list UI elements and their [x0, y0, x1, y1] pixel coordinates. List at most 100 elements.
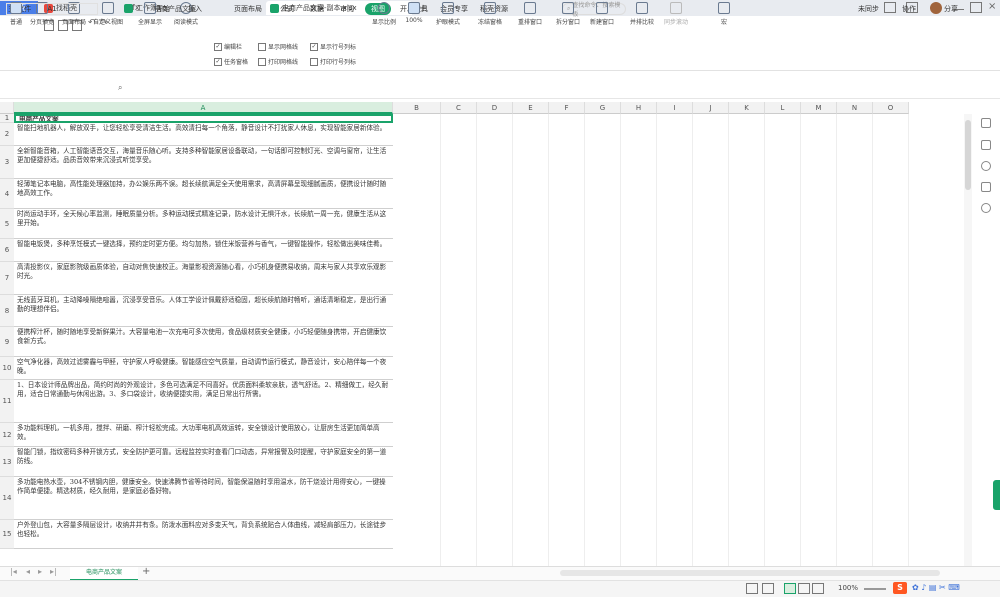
table-cell[interactable]: 多功能电热水壶，304不锈钢内胆，健康安全。快速沸腾节省等待时间，智能保温随时享… [14, 477, 393, 520]
horizontal-scrollbar[interactable] [560, 570, 940, 576]
column-header-a[interactable]: A [14, 102, 393, 114]
properties-icon[interactable] [981, 140, 991, 150]
checkbox-formula-bar[interactable]: ✓ 编辑栏 [214, 42, 242, 51]
column-header-m[interactable]: M [801, 102, 837, 114]
zoom-button[interactable]: 显示比例 [368, 2, 400, 26]
history-icon[interactable] [981, 161, 991, 171]
page-layout-status-icon[interactable] [798, 583, 810, 594]
column-header-h[interactable]: H [621, 102, 657, 114]
zoom-search-icon[interactable]: ⌕ [118, 83, 122, 93]
checkbox-print-gridlines[interactable]: 打印网格线 [258, 57, 298, 66]
row-header[interactable]: 7 [0, 262, 14, 295]
table-cell[interactable]: 户外登山包，大容量多隔层设计，收纳井井有条。防泼水面料应对多变天气，背负系统贴合… [14, 520, 393, 549]
table-cell[interactable]: 全新智能音箱，人工智能语音交互，海量音乐随心听。支持多种智能家居设备联动，一句话… [14, 146, 393, 179]
arrange-windows-button[interactable]: 重排窗口 [514, 2, 546, 26]
column-header-c[interactable]: C [441, 102, 477, 114]
column-header-n[interactable]: N [837, 102, 873, 114]
column-header-j[interactable]: J [693, 102, 729, 114]
column-header-e[interactable]: E [513, 102, 549, 114]
table-cell[interactable]: 轻薄笔记本电脑，高性能处理器加持，办公娱乐两不误。超长续航满足全天使用需求，高清… [14, 179, 393, 209]
column-header-d[interactable]: D [477, 102, 513, 114]
row-header[interactable]: 3 [0, 146, 14, 179]
page-break-status-icon[interactable] [812, 583, 824, 594]
checkbox-gridlines[interactable]: 显示网格线 [258, 42, 298, 51]
row-header[interactable]: 11 [0, 380, 14, 423]
freeze-panes-button[interactable]: 冻结窗格 [474, 2, 506, 26]
vertical-scroll-thumb[interactable] [965, 120, 971, 190]
eye-protection-button[interactable]: 护眼模式 [432, 2, 464, 26]
zoom-level[interactable]: 100% [838, 584, 858, 592]
zoom-slider[interactable] [864, 588, 886, 590]
row-header[interactable]: 9 [0, 327, 14, 357]
next-sheet-icon[interactable]: ▸ [38, 567, 42, 576]
row-header[interactable]: 12 [0, 423, 14, 447]
table-cell[interactable]: 多功能料理机，一机多用，搅拌、研磨、榨汁轻松完成。大功率电机高效运转，安全锁设计… [14, 423, 393, 447]
column-header-l[interactable]: L [765, 102, 801, 114]
close-icon[interactable]: × [988, 1, 996, 12]
checkbox-headings[interactable]: ✓ 显示行号列标 [310, 42, 356, 51]
macro-button[interactable]: 宏 [708, 2, 740, 26]
help-icon[interactable] [981, 203, 991, 213]
maximize-icon[interactable] [970, 2, 982, 13]
column-header-i[interactable]: I [657, 102, 693, 114]
table-cell[interactable]: 智能扫地机器人，解放双手，让您轻松享受清洁生活。高效清扫每一个角落，静音设计不打… [14, 123, 393, 146]
ime-icon[interactable]: S [893, 582, 907, 594]
menu-formulas[interactable]: 公式 [280, 4, 294, 14]
new-window-button[interactable]: 新建窗口 [586, 2, 618, 26]
row-header[interactable]: 5 [0, 209, 14, 239]
grid-settings-icon[interactable] [762, 583, 774, 594]
backup-icon[interactable] [981, 182, 991, 192]
table-cell[interactable]: 无线蓝牙耳机，主动降噪隔绝喧嚣，沉浸享受音乐。人体工学设计佩戴舒适稳固，超长续航… [14, 295, 393, 327]
select-tool-icon[interactable] [981, 118, 991, 128]
collaborate-button[interactable]: 协作 [902, 4, 916, 14]
table-cell[interactable]: 空气净化器，高效过滤雾霾与甲醛，守护家人呼吸健康。智能感应空气质量，自动调节运行… [14, 357, 393, 380]
checkbox-print-headings[interactable]: 打印行号列标 [310, 57, 356, 66]
row-header[interactable]: 4 [0, 179, 14, 209]
sync-status[interactable]: 未同步 [858, 4, 879, 14]
column-header-g[interactable]: G [585, 102, 621, 114]
row-header[interactable]: 1 [0, 114, 14, 123]
column-header-k[interactable]: K [729, 102, 765, 114]
column-header-f[interactable]: F [549, 102, 585, 114]
row-header[interactable]: 14 [0, 477, 14, 520]
window-layout-icon[interactable] [884, 2, 896, 13]
last-sheet-icon[interactable]: ▸| [50, 567, 57, 576]
normal-view-status-icon[interactable] [784, 583, 796, 594]
menu-review[interactable]: 审阅 [340, 4, 354, 14]
row-header[interactable]: 8 [0, 295, 14, 327]
table-cell[interactable]: 时尚运动手环，全天候心率监测，睡眠质量分析。多种运动模式精准记录，防水设计无惧汗… [14, 209, 393, 239]
column-header-b[interactable]: B [393, 102, 441, 114]
eye-icon[interactable] [746, 583, 758, 594]
cell-a1-header[interactable]: 电商产品文案 [14, 114, 393, 123]
fx-icon[interactable]: fx [132, 3, 140, 12]
row-header[interactable]: 2 [0, 123, 14, 146]
column-header-o[interactable]: O [873, 102, 909, 114]
table-cell[interactable]: 高清投影仪，家庭影院级画质体验，自动对焦快速校正。海量影视资源随心看，小巧机身便… [14, 262, 393, 295]
row-header[interactable]: 10 [0, 357, 14, 380]
table-cell[interactable]: 1、日本设计师品牌出品，简约时尚的外观设计，多色可选满足不同喜好。优质面料柔软亲… [14, 380, 393, 423]
formula-input[interactable]: 电商产品文案 [154, 4, 196, 14]
split-window-button[interactable]: 拆分窗口 [552, 2, 584, 26]
add-sheet-icon[interactable]: + [142, 566, 150, 577]
table-cell[interactable]: 智能门锁，指纹密码多种开锁方式，安全防护更可靠。远程监控实时查看门口动态，异常报… [14, 447, 393, 477]
select-all-corner[interactable] [0, 102, 14, 114]
name-box[interactable]: A1 [6, 3, 98, 15]
side-by-side-button[interactable]: 并排比较 [626, 2, 658, 26]
sync-scroll-button[interactable]: 同步滚动 [660, 2, 692, 26]
prev-sheet-icon[interactable]: ◂ [26, 567, 30, 576]
share-button[interactable]: 分享 [944, 4, 958, 14]
side-panel-handle[interactable] [993, 480, 1000, 510]
table-cell[interactable]: 便携榨汁杯，随时随地享受新鲜果汁。大容量电池一次充电可多次使用，食品级材质安全健… [14, 327, 393, 357]
row-header[interactable]: 15 [0, 520, 14, 549]
row-header[interactable]: 6 [0, 239, 14, 262]
avatar[interactable] [930, 2, 942, 14]
zoom-100-button[interactable]: 100% [398, 2, 430, 24]
menu-page-layout[interactable]: 页面布局 [234, 4, 262, 14]
table-cell[interactable]: 智能电饭煲，多种烹饪模式一键选择，预约定时更方便。均匀加热，锁住米饭营养与香气，… [14, 239, 393, 262]
checkbox-task-pane[interactable]: ✓ 任务窗格 [214, 57, 248, 66]
first-sheet-icon[interactable]: |◂ [10, 567, 17, 576]
menu-data[interactable]: 数据 [310, 4, 324, 14]
sheet-tab-active[interactable]: 电商产品文案 [70, 567, 138, 581]
ime-tools-icon[interactable]: ✿ ♪ ▤ ✂ ⌨ [912, 583, 960, 592]
row-header[interactable]: 13 [0, 447, 14, 477]
